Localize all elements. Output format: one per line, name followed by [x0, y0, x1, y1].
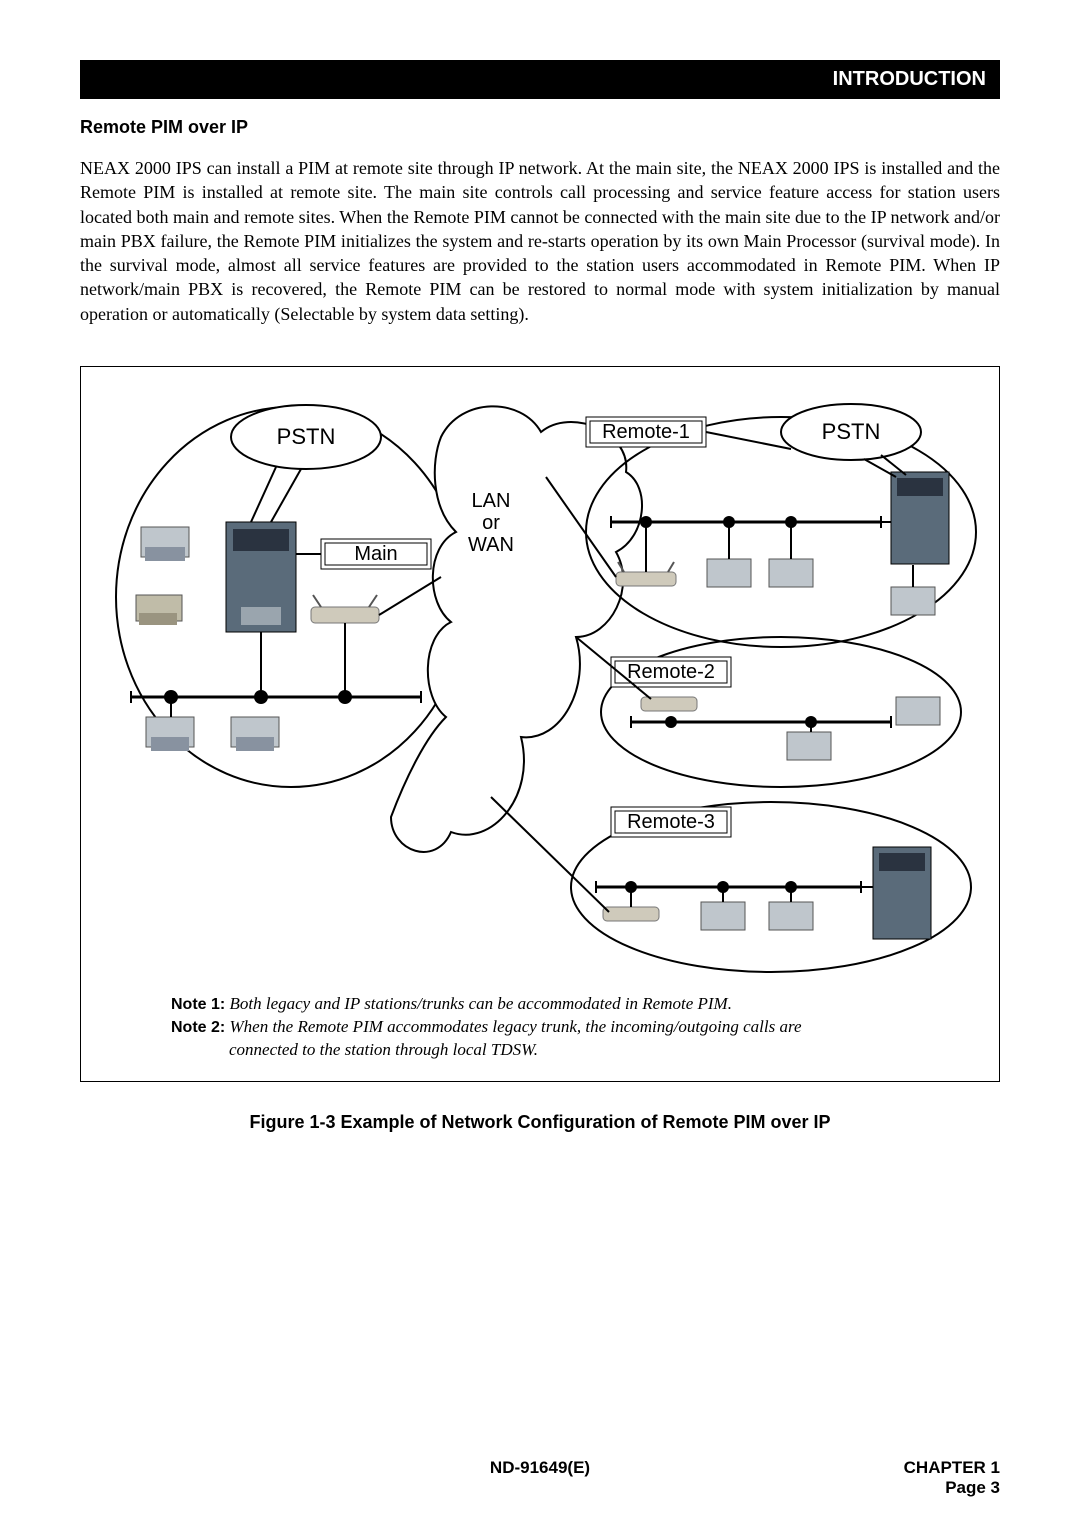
note-2-label: Note 2:: [171, 1019, 225, 1036]
breadcrumb: INTRODUCTION: [833, 68, 986, 90]
phone-icon: [141, 527, 189, 561]
phone-icon: [787, 732, 831, 760]
phone-icon: [891, 587, 935, 615]
phone-icon: [701, 902, 745, 930]
note-1-label: Note 1:: [171, 996, 225, 1013]
footer-chapter: CHAPTER 1: [904, 1458, 1000, 1478]
note-1: Note 1: Both legacy and IP stations/trun…: [171, 993, 949, 1016]
remote3-label: Remote-3: [627, 811, 715, 833]
remote1-label: Remote-1: [602, 421, 690, 443]
phone-icon: [769, 559, 813, 587]
footer-doc-id: ND-91649(E): [80, 1458, 1000, 1478]
main-label: Main: [354, 543, 397, 565]
or-label: or: [482, 512, 500, 534]
remote2-label: Remote-2: [627, 661, 715, 683]
network-diagram: PSTN Main: [91, 377, 989, 987]
header-bar: INTRODUCTION: [80, 60, 1000, 99]
note-2-body-a: When the Remote PIM accommodates legacy …: [229, 1017, 801, 1036]
figure-caption: Figure 1-3 Example of Network Configurat…: [80, 1112, 1000, 1133]
note-2: Note 2: When the Remote PIM accommodates…: [171, 1016, 949, 1039]
note-2-body-b: connected to the station through local T…: [229, 1040, 538, 1059]
cloud-icon: [391, 406, 642, 852]
router-icon: [641, 697, 697, 711]
lan-label: LAN: [472, 490, 511, 512]
pstn-left-label: PSTN: [277, 424, 336, 449]
phone-icon: [136, 595, 182, 625]
note-2-cont: connected to the station through local T…: [171, 1039, 949, 1061]
router-icon: [311, 595, 379, 623]
phone-icon: [231, 717, 279, 751]
footer: ND-91649(E) CHAPTER 1 Page 3: [80, 1458, 1000, 1478]
router-icon: [603, 907, 659, 921]
page: INTRODUCTION Remote PIM over IP NEAX 200…: [0, 0, 1080, 1528]
phone-icon: [707, 559, 751, 587]
section-title: Remote PIM over IP: [80, 117, 1000, 138]
section-body: NEAX 2000 IPS can install a PIM at remot…: [80, 156, 1000, 326]
figure-box: PSTN Main: [80, 366, 1000, 1082]
pstn-right-label: PSTN: [822, 419, 881, 444]
wan-label: WAN: [468, 534, 514, 556]
phone-icon: [769, 902, 813, 930]
note-1-body: Both legacy and IP stations/trunks can b…: [229, 994, 732, 1013]
footer-page: Page 3: [904, 1478, 1000, 1498]
phone-icon: [896, 697, 940, 725]
figure-notes: Note 1: Both legacy and IP stations/trun…: [91, 987, 989, 1071]
phone-icon: [146, 717, 194, 751]
